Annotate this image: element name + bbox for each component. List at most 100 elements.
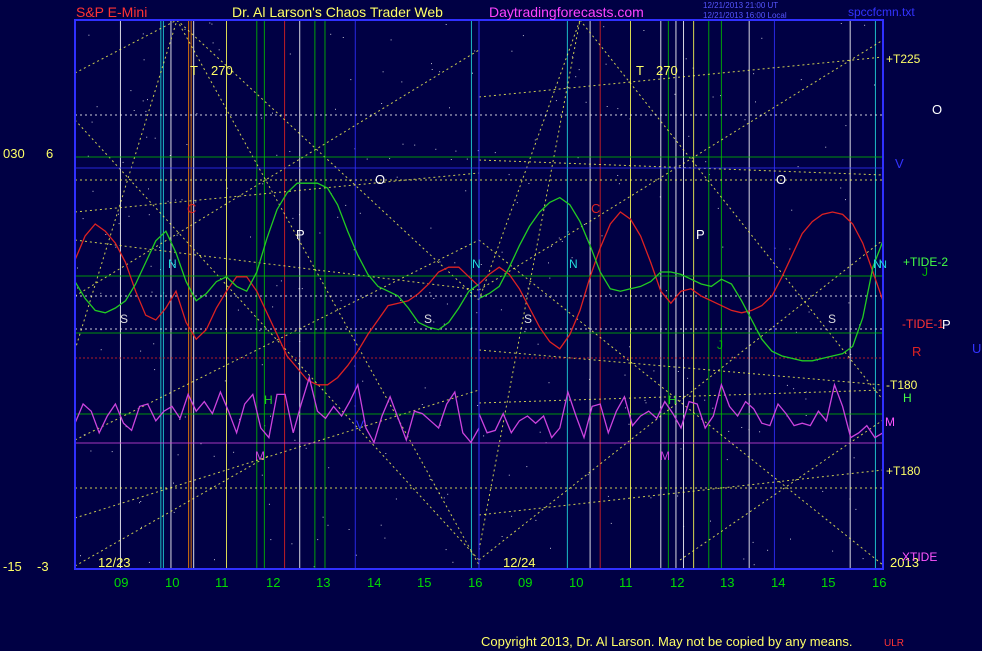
star-dot: [825, 146, 827, 148]
star-dot: [184, 28, 186, 30]
star-dot: [516, 202, 518, 204]
x-tick-label: 09: [518, 575, 533, 590]
star-dot: [704, 399, 706, 401]
star-dot: [443, 497, 445, 499]
star-dot: [395, 498, 397, 500]
star-dot: [752, 541, 754, 543]
star-dot: [118, 213, 119, 215]
x-tick-label: 12: [670, 575, 685, 590]
star-dot: [289, 151, 291, 152]
star-dot: [712, 96, 714, 98]
star-dot: [508, 174, 510, 176]
star-dot: [585, 101, 587, 103]
star-dot: [805, 415, 807, 416]
star-dot: [688, 135, 690, 137]
star-dot: [741, 427, 743, 428]
star-dot: [805, 391, 807, 393]
star-dot: [717, 207, 719, 209]
star-dot: [280, 280, 282, 282]
star-dot: [472, 72, 473, 74]
star-dot: [335, 108, 336, 110]
star-dot: [474, 50, 476, 52]
star-dot: [233, 451, 235, 453]
star-dot: [147, 99, 148, 101]
star-dot: [262, 183, 264, 185]
star-dot: [292, 217, 294, 219]
star-dot: [452, 561, 454, 563]
marker: T: [636, 63, 644, 78]
star-dot: [607, 495, 609, 497]
star-dot: [128, 215, 130, 217]
level-label: +T225: [886, 52, 921, 66]
star-dot: [583, 224, 585, 225]
star-dot: [342, 37, 344, 38]
star-dot: [710, 520, 711, 522]
star-dot: [118, 223, 120, 225]
star-dot: [209, 22, 211, 24]
star-dot: [355, 554, 357, 556]
x-tick-label: 15: [821, 575, 836, 590]
star-dot: [77, 267, 78, 269]
star-dot: [526, 466, 528, 468]
star-dot: [186, 144, 188, 145]
x-tick-label: 13: [720, 575, 735, 590]
marker: P: [296, 227, 305, 242]
star-dot: [605, 63, 607, 65]
star-dot: [832, 550, 834, 552]
star-dot: [250, 236, 251, 238]
star-dot: [167, 200, 169, 202]
star-dot: [142, 33, 144, 35]
marker: T: [190, 63, 198, 78]
star-dot: [435, 148, 437, 150]
level-label: H: [903, 391, 912, 405]
star-dot: [100, 349, 102, 351]
site-link[interactable]: Daytradingforecasts.com: [489, 5, 644, 19]
star-dot: [539, 431, 541, 433]
star-dot: [122, 161, 124, 163]
star-dot: [181, 199, 183, 201]
star-dot: [350, 79, 352, 81]
star-dot: [80, 555, 81, 557]
star-dot: [845, 199, 846, 201]
star-dot: [261, 117, 263, 119]
star-dot: [446, 303, 448, 305]
marker: H: [668, 393, 677, 407]
star-dot: [140, 501, 142, 502]
x-tick-label: 10: [165, 575, 180, 590]
star-dot: [381, 103, 383, 104]
star-dot: [726, 459, 728, 461]
star-dot: [142, 100, 144, 102]
star-dot: [173, 511, 175, 513]
star-dot: [629, 346, 631, 348]
left-axis-lower-a: -15: [3, 559, 22, 574]
timestamp-local: 12/21/2013 16:00 Local: [703, 11, 787, 20]
left-axis-upper-b: 6: [46, 146, 54, 161]
star-dot: [822, 490, 824, 492]
star-dot: [366, 158, 368, 160]
star-dot: [501, 251, 503, 253]
star-dot: [382, 71, 384, 73]
marker: C: [187, 201, 197, 216]
footer-tag: ULR: [884, 638, 905, 649]
star-dot: [337, 216, 339, 218]
star-dot: [90, 450, 92, 452]
level-label: R: [912, 344, 922, 359]
instrument-title: S&P E-Mini: [76, 4, 148, 20]
star-dot: [294, 439, 296, 441]
star-dot: [483, 435, 485, 437]
marker: M: [255, 449, 265, 463]
star-dot: [176, 234, 178, 236]
star-dot: [439, 261, 441, 263]
level-label: O: [932, 102, 943, 117]
star-dot: [385, 453, 387, 454]
star-dot: [578, 69, 580, 71]
star-dot: [808, 311, 810, 313]
star-dot: [212, 42, 214, 44]
star-dot: [800, 79, 802, 81]
star-dot: [454, 262, 456, 264]
star-dot: [173, 482, 174, 484]
star-dot: [224, 380, 226, 382]
marker: 270: [211, 63, 233, 78]
star-dot: [340, 300, 342, 302]
star-dot: [237, 309, 239, 311]
